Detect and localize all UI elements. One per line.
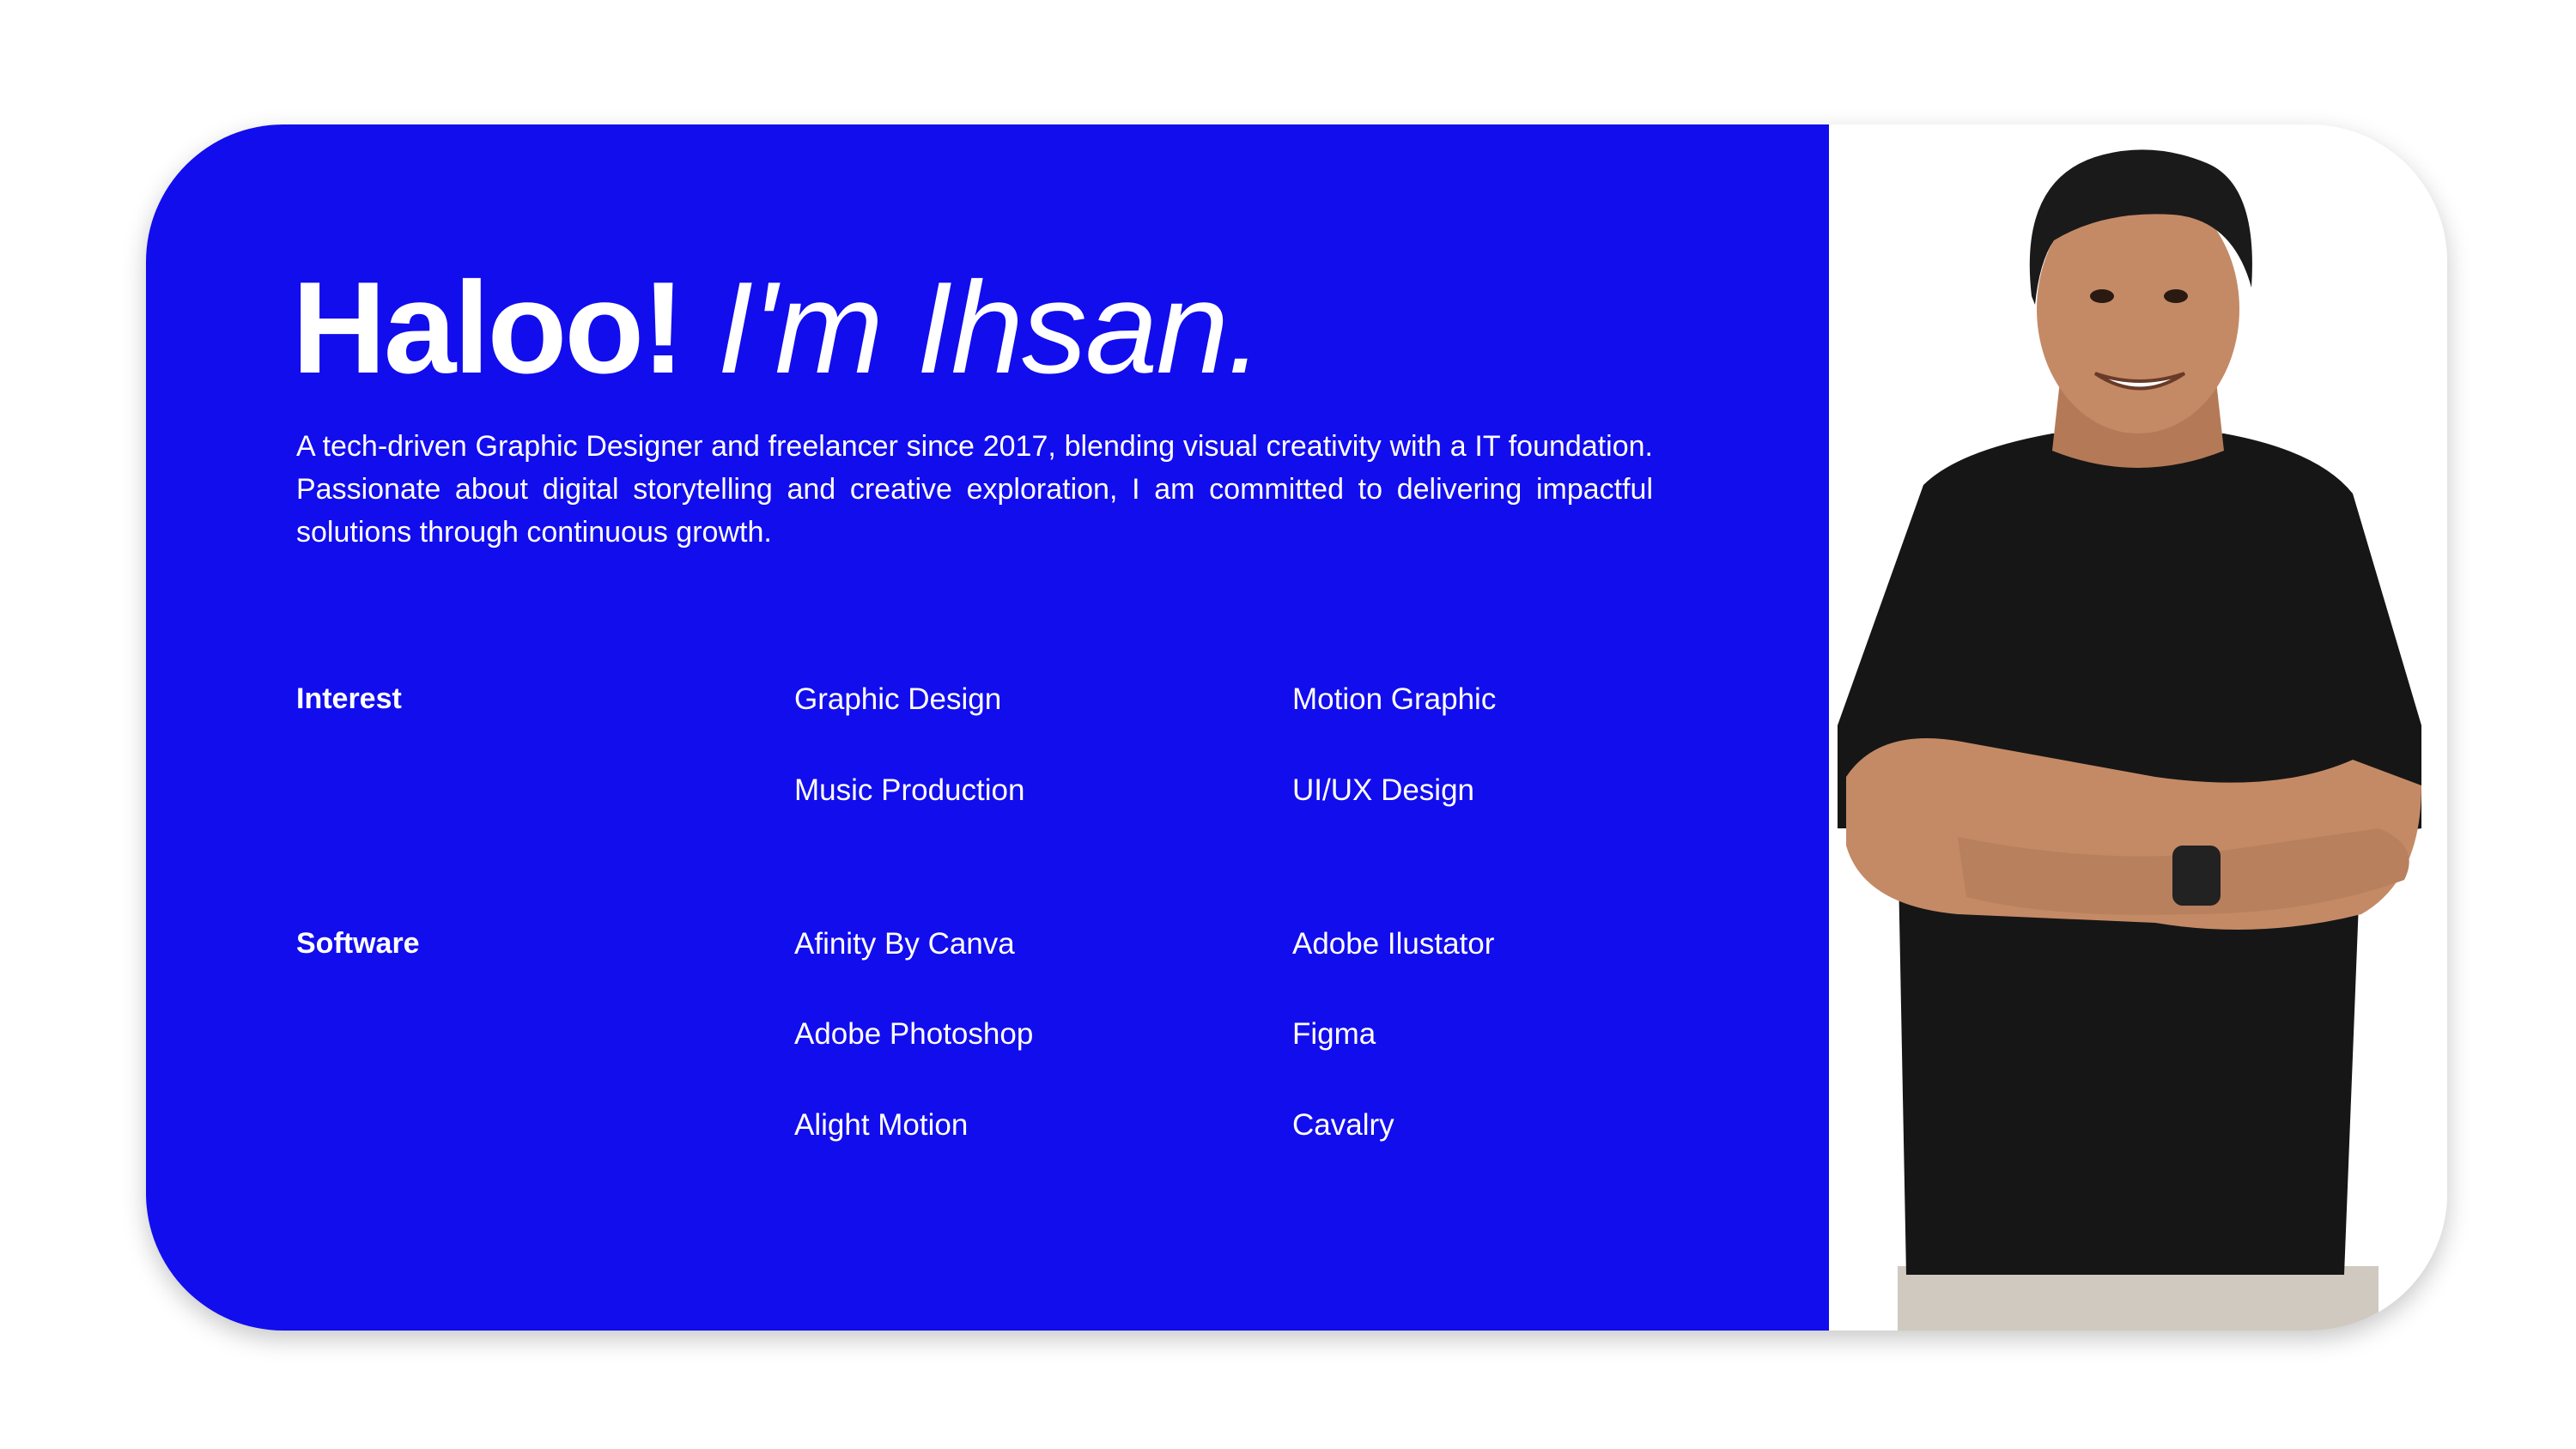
software-label: Software bbox=[296, 927, 420, 960]
profile-card: Haloo! I'm Ihsan. A tech-driven Graphic … bbox=[146, 124, 2447, 1331]
interest-item: Motion Graphic bbox=[1292, 682, 1497, 716]
software-item: Adobe Photoshop bbox=[794, 1017, 1034, 1051]
software-item: Cavalry bbox=[1292, 1108, 1394, 1142]
interest-item: UI/UX Design bbox=[1292, 773, 1475, 807]
software-item: Figma bbox=[1292, 1017, 1376, 1051]
bio-paragraph: A tech-driven Graphic Designer and freel… bbox=[296, 430, 1653, 549]
interest-item: Graphic Design bbox=[794, 682, 1002, 716]
page-title: Haloo! I'm Ihsan. bbox=[292, 253, 1263, 403]
person-portrait-icon bbox=[1838, 149, 2421, 1331]
name-text: I'm Ihsan. bbox=[682, 255, 1263, 401]
pants-shape bbox=[1898, 1266, 2379, 1331]
intro-panel: Haloo! I'm Ihsan. A tech-driven Graphic … bbox=[146, 124, 1829, 1331]
page: Haloo! I'm Ihsan. A tech-driven Graphic … bbox=[0, 0, 2576, 1449]
software-item: Afinity By Canva bbox=[794, 927, 1015, 961]
eye-shape bbox=[2090, 289, 2114, 303]
portrait-area bbox=[1829, 124, 2447, 1331]
watch-shape bbox=[2172, 846, 2221, 906]
software-item: Alight Motion bbox=[794, 1108, 969, 1142]
eye-shape bbox=[2164, 289, 2188, 303]
software-item: Adobe Ilustator bbox=[1292, 927, 1495, 961]
greeting-text: Haloo! bbox=[292, 255, 685, 401]
interest-label: Interest bbox=[296, 682, 402, 715]
interest-item: Music Production bbox=[794, 773, 1025, 807]
